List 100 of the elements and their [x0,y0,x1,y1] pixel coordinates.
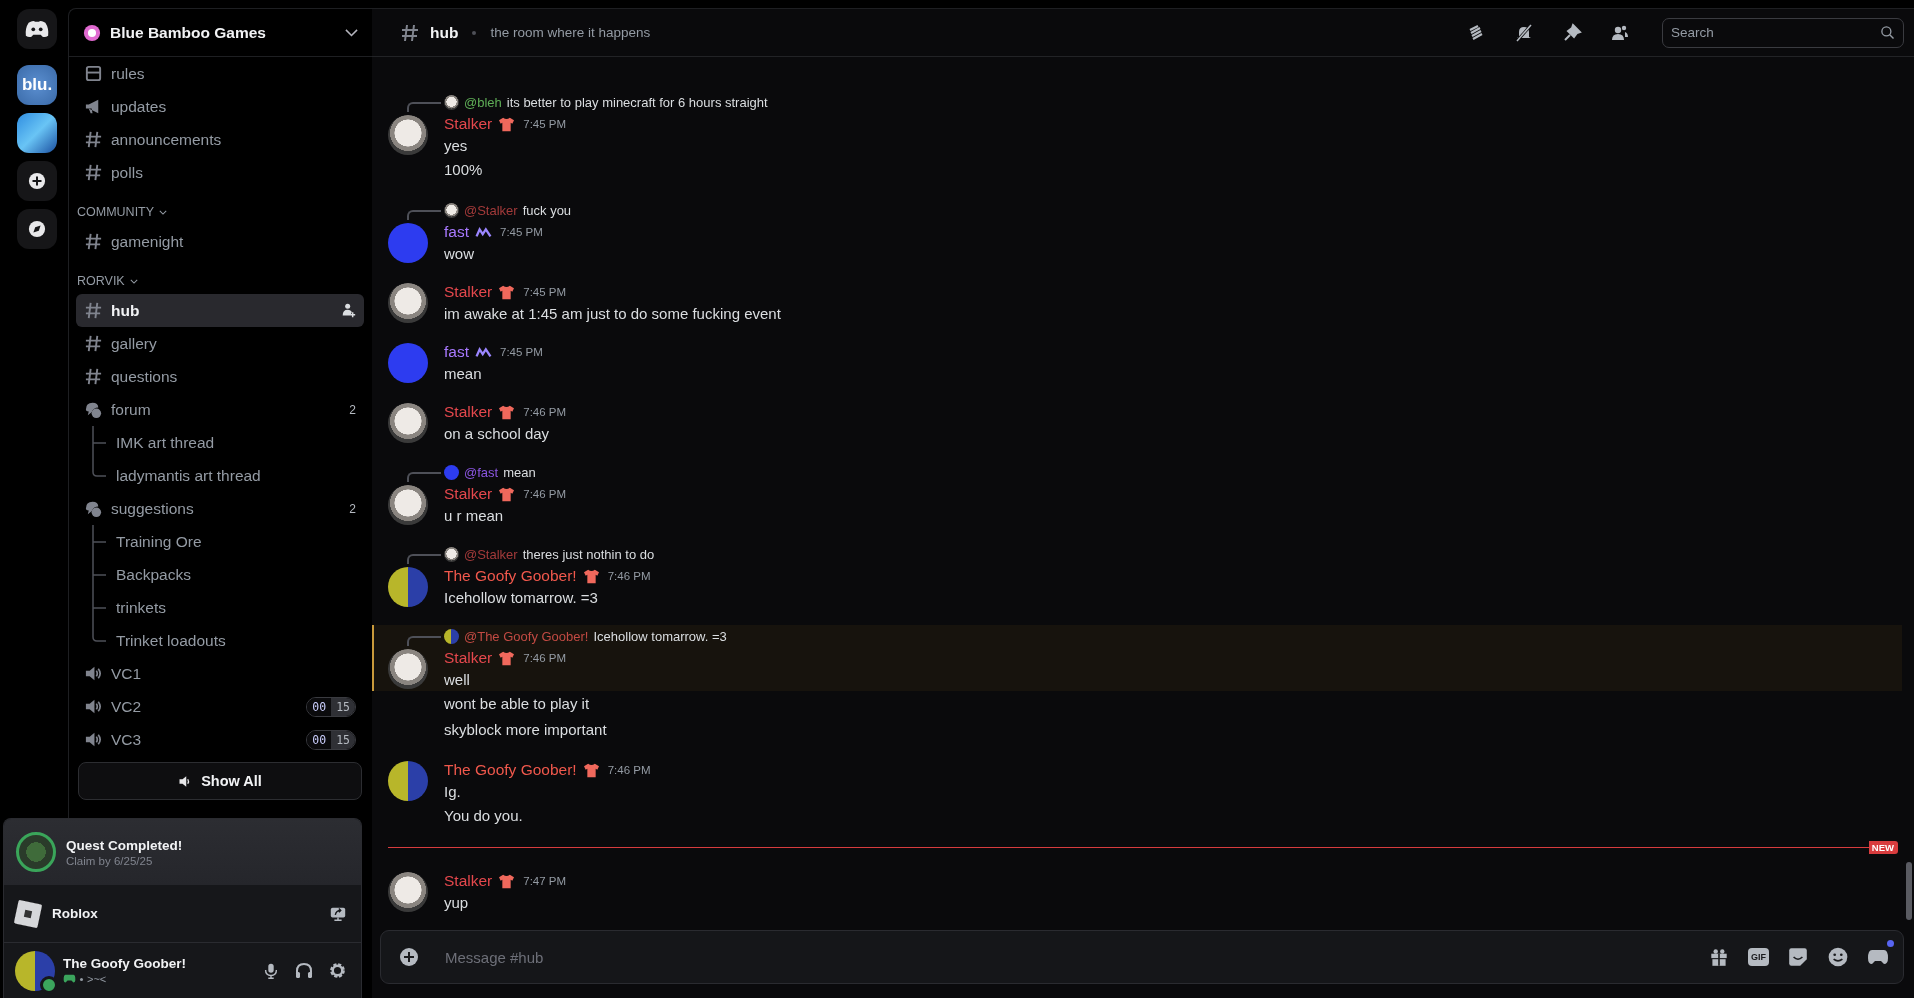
rules-icon [84,64,103,83]
author-name[interactable]: The Goofy Goober! [444,567,577,585]
channel-item[interactable]: questions [76,360,364,393]
small-avatar [444,464,459,480]
channel-item[interactable]: hub [76,294,364,327]
timestamp: 7:45 PM [523,286,567,298]
discord-logo-button[interactable] [17,9,57,49]
plus-icon [28,172,46,190]
shirt-badge-icon [498,116,516,132]
server-badge-icon [83,23,101,42]
headphones-icon[interactable] [294,960,314,981]
add-server-button[interactable] [17,161,57,201]
channel-item[interactable]: announcements [76,123,364,156]
category-label[interactable]: RORVIK [77,274,125,288]
activity-name: Roblox [52,906,99,921]
emoji-icon[interactable] [1827,946,1849,968]
show-all-button[interactable]: Show All [78,762,362,800]
channel-item[interactable]: VC3 00 15 [76,723,364,756]
avatar[interactable] [388,761,428,801]
message-text: 100% [444,160,484,180]
shirt-badge-icon [498,873,516,889]
avatar[interactable] [388,115,428,155]
scrollbar-thumb[interactable] [1906,862,1912,920]
shirt-badge-icon [498,404,516,420]
avatar[interactable] [388,567,428,607]
avatar[interactable] [388,649,428,689]
thread-item[interactable]: ladymantis art thread [106,459,364,492]
timestamp: 7:46 PM [607,764,651,776]
message-text: wont be able to play it [443,694,591,714]
server-icon[interactable]: blu. [17,65,57,105]
search-field[interactable]: Search [1662,17,1904,48]
squiggle-badge-icon [475,344,492,360]
thread-item[interactable]: Trinket loadouts [106,624,364,657]
author-name[interactable]: Stalker [444,115,493,133]
reply-mention[interactable]: @fast [464,464,499,480]
quest-panel[interactable]: Quest Completed! Claim by 6/25/25 [4,819,361,885]
message-input[interactable]: Message #hub GIF [380,930,1904,984]
channel-item[interactable]: VC2 00 15 [76,690,364,723]
gif-button[interactable]: GIF [1748,948,1769,966]
reply-preview[interactable]: theres just nothin to do [522,546,655,562]
author-name[interactable]: Stalker [444,403,493,421]
message-text: Icehollow tomarrow. =3 [444,588,599,608]
shirt-badge-icon [498,650,516,666]
avatar[interactable] [388,872,428,912]
sticker-icon[interactable] [1787,946,1809,968]
author-name[interactable]: Stalker [444,283,493,301]
author-name[interactable]: Stalker [444,649,493,667]
thread-line [92,525,106,558]
message-text: You do you. [444,806,524,826]
username: The Goofy Goober! [63,956,187,971]
microphone-icon[interactable] [262,961,280,980]
channel-item[interactable]: updates [76,90,364,123]
avatar[interactable] [388,485,428,525]
thread-item[interactable]: Backpacks [106,558,364,591]
reply-mention[interactable]: @The Goofy Goober! [464,628,589,644]
channel-item[interactable]: suggestions 2 [76,492,364,525]
timestamp: 7:46 PM [523,652,567,664]
author-name[interactable]: Stalker [444,485,493,503]
channel-item[interactable]: VC1 [76,657,364,690]
pin-icon[interactable] [1562,22,1582,43]
shirt-badge-icon [498,284,516,300]
discover-button[interactable] [17,209,57,249]
channel-item[interactable]: gallery [76,327,364,360]
muted-bell-icon[interactable] [1514,22,1534,43]
hashtag-icon [84,301,103,320]
new-messages-tag: NEW [1868,841,1898,854]
avatar[interactable] [388,403,428,443]
reply-line [407,636,441,646]
server-icon[interactable] [17,113,57,153]
author-name[interactable]: The Goofy Goober! [444,761,577,779]
gift-icon[interactable] [1708,946,1730,968]
reply-preview[interactable]: mean [503,464,536,480]
plus-icon[interactable] [399,947,419,967]
channel-item[interactable]: rules [76,57,364,90]
thread-item[interactable]: Training Ore [106,525,364,558]
channel-item[interactable]: forum 2 [76,393,364,426]
hashtag-icon [84,334,103,353]
reply-preview[interactable]: fuck you [522,202,572,218]
reply-line [407,102,441,112]
reply-preview[interactable]: its better to play minecraft for 6 hours straight [506,94,768,110]
thread-item[interactable]: trinkets [106,591,364,624]
reply-line [407,554,441,564]
reply-mention[interactable]: @bleh [464,94,502,110]
server-name: Blue Bamboo Games [110,23,267,42]
channel-item[interactable]: polls [76,156,364,189]
author-name[interactable]: fast [444,343,469,361]
channel-item[interactable]: gamenight [76,225,364,258]
unread-count: 2 [349,402,356,417]
channel-topic: the room where it happens [490,25,651,40]
hashtag-icon [84,232,103,251]
settings-icon[interactable] [328,961,347,980]
thread-item[interactable]: IMK art thread [106,426,364,459]
reply-preview[interactable]: Icehollow tomarrow. =3 [593,628,727,644]
avatar[interactable] [388,283,428,323]
author-name[interactable]: fast [444,223,469,241]
user-avatar[interactable] [15,950,55,991]
server-header[interactable]: Blue Bamboo Games [69,9,372,57]
author-name[interactable]: Stalker [444,872,493,890]
thread-line [92,558,106,591]
category-label[interactable]: COMMUNITY [77,205,155,219]
